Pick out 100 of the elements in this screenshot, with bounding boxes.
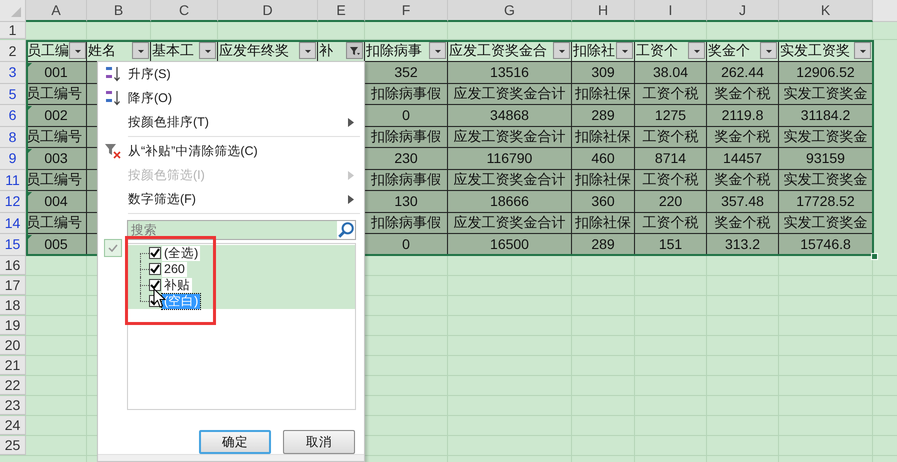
row-number[interactable]: 17 <box>0 276 26 294</box>
table-cell: 309 <box>572 62 635 84</box>
table-cell: 13516 <box>448 62 572 84</box>
filter-dropdown-button[interactable] <box>299 42 316 59</box>
table-cell: 8714 <box>635 148 707 170</box>
table-cell: 奖金个税 <box>707 170 779 191</box>
search-icon <box>337 221 355 239</box>
header-cell: 员工编 <box>27 42 69 60</box>
filter-dropdown-button[interactable] <box>69 42 86 59</box>
row-number[interactable]: 24 <box>0 416 26 434</box>
row-number[interactable]: 25 <box>0 436 26 454</box>
checkbox[interactable] <box>149 279 161 291</box>
error-indicator-icon <box>27 192 32 197</box>
table-cell: 员工编号 <box>26 212 87 234</box>
checkbox[interactable] <box>149 263 161 275</box>
error-indicator-icon <box>27 106 32 111</box>
row-number[interactable]: 2 <box>0 40 26 62</box>
row-number[interactable]: 1 <box>0 22 26 39</box>
table-cell: 应发工资奖金合计 <box>448 84 572 105</box>
filter-value[interactable]: 260 <box>162 262 187 276</box>
table-cell: 实发工资奖金 <box>779 84 873 105</box>
filter-dropdown-button[interactable] <box>616 42 633 59</box>
column-header[interactable]: J <box>707 0 779 22</box>
column-header[interactable]: A <box>26 0 87 22</box>
row-number[interactable]: 15 <box>0 234 26 256</box>
menu-item[interactable]: 从“补贴”中清除筛选(C) <box>98 139 364 163</box>
table-cell: 38.04 <box>635 62 707 84</box>
sort-ascending-icon <box>104 65 122 83</box>
column-header[interactable]: F <box>365 0 448 22</box>
table-cell: 1275 <box>635 105 707 126</box>
column-header[interactable]: C <box>151 0 218 22</box>
row-number[interactable]: 20 <box>0 336 26 354</box>
table-cell: 289 <box>572 105 635 126</box>
row-number[interactable]: 3 <box>0 62 26 84</box>
table-cell: 001 <box>26 62 87 84</box>
filter-dropdown-button[interactable] <box>429 42 446 59</box>
row-number[interactable]: 5 <box>0 84 26 105</box>
checkbox[interactable] <box>149 247 161 259</box>
header-cell: 姓名 <box>88 42 116 60</box>
menu-item[interactable]: 升序(S) <box>98 62 364 86</box>
table-cell: 扣除病事假 <box>365 126 448 148</box>
row-number[interactable]: 23 <box>0 396 26 414</box>
header-cell: 实发工资奖 <box>780 42 850 60</box>
ok-button[interactable]: 确定 <box>199 430 271 454</box>
sort-descending-icon <box>104 89 122 107</box>
table-cell: 130 <box>365 191 448 212</box>
menu-item[interactable]: 按颜色排序(T) <box>98 110 364 134</box>
table-cell: 15746.8 <box>779 234 873 256</box>
header-cell: 补 <box>319 42 333 60</box>
filter-dropdown-button[interactable] <box>553 42 570 59</box>
row-number[interactable]: 14 <box>0 212 26 234</box>
row-number[interactable]: 21 <box>0 356 26 374</box>
filter-dropdown-button[interactable] <box>854 42 871 59</box>
row-number[interactable]: 9 <box>0 148 26 170</box>
table-cell: 奖金个税 <box>707 84 779 105</box>
table-cell: 360 <box>572 191 635 212</box>
fill-handle[interactable] <box>871 253 878 260</box>
row-number[interactable]: 11 <box>0 170 26 191</box>
column-header[interactable]: K <box>779 0 873 22</box>
column-header[interactable]: I <box>635 0 707 22</box>
table-cell: 18666 <box>448 191 572 212</box>
row-number[interactable]: 22 <box>0 376 26 394</box>
row-number[interactable]: 12 <box>0 191 26 212</box>
filter-dropdown-button[interactable] <box>199 42 216 59</box>
filter-value[interactable]: (全选) <box>162 246 200 260</box>
table-cell: 扣除社保 <box>572 212 635 234</box>
filter-dropdown-button[interactable] <box>688 42 705 59</box>
table-cell: 004 <box>26 191 87 212</box>
error-indicator-icon <box>27 63 32 68</box>
table-cell: 16500 <box>448 234 572 256</box>
table-cell: 扣除社保 <box>572 170 635 191</box>
column-header[interactable]: G <box>448 0 572 22</box>
menu-item[interactable]: 数字筛选(F) <box>98 187 364 211</box>
table-cell: 460 <box>572 148 635 170</box>
row-number[interactable]: 16 <box>0 256 26 274</box>
row-number[interactable]: 8 <box>0 126 26 148</box>
cancel-button[interactable]: 取消 <box>283 430 355 454</box>
column-header[interactable]: B <box>87 0 151 22</box>
table-cell: 34868 <box>448 105 572 126</box>
filter-dropdown-button[interactable] <box>132 42 149 59</box>
filter-active-button[interactable] <box>346 42 363 59</box>
row-number[interactable]: 6 <box>0 105 26 126</box>
header-cell: 基本工 <box>152 42 194 60</box>
check-icon <box>104 239 122 257</box>
error-indicator-icon <box>27 149 32 154</box>
table-cell: 352 <box>365 62 448 84</box>
header-cell: 工资个 <box>636 42 678 60</box>
table-cell: 0 <box>365 234 448 256</box>
column-header[interactable]: H <box>572 0 635 22</box>
table-cell: 工资个税 <box>635 126 707 148</box>
menu-item[interactable]: 降序(O) <box>98 86 364 110</box>
table-cell: 262.44 <box>707 62 779 84</box>
filter-value[interactable]: 补贴 <box>162 278 192 292</box>
table-cell: 2119.8 <box>707 105 779 126</box>
row-number[interactable]: 19 <box>0 316 26 334</box>
column-header[interactable]: E <box>318 0 365 22</box>
column-header[interactable]: D <box>218 0 318 22</box>
filter-dropdown-button[interactable] <box>760 42 777 59</box>
table-cell: 员工编号 <box>26 84 87 105</box>
row-number[interactable]: 18 <box>0 296 26 314</box>
